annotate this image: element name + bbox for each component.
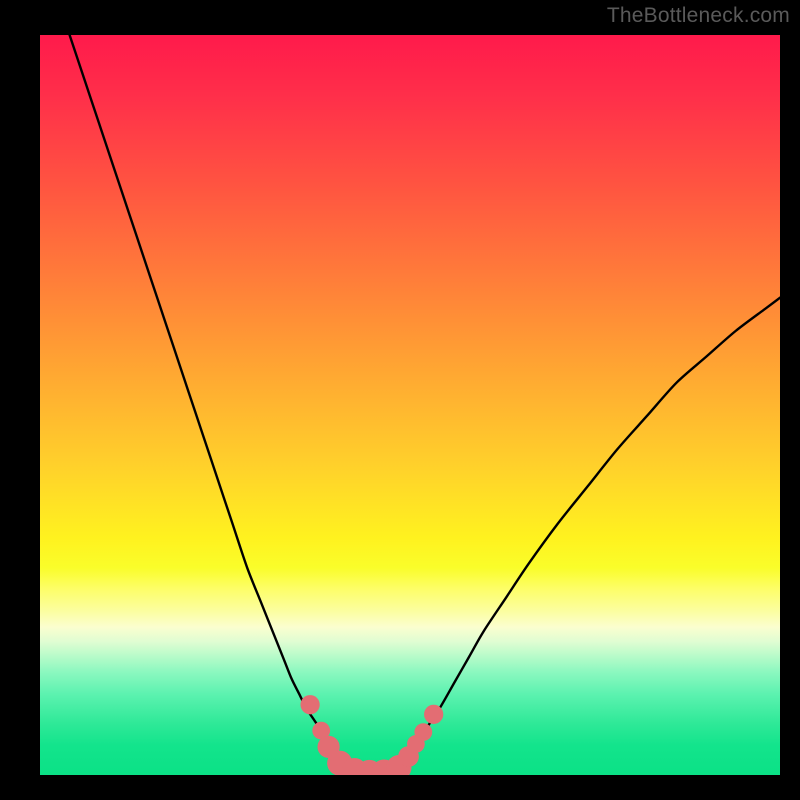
data-marker — [424, 705, 443, 724]
curve-group — [70, 35, 780, 773]
data-marker — [414, 723, 432, 741]
marker-group — [300, 695, 443, 775]
watermark-text: TheBottleneck.com — [607, 4, 790, 28]
data-marker — [300, 695, 319, 714]
plot-area — [40, 35, 780, 775]
chart-root: TheBottleneck.com — [0, 0, 800, 800]
curve-layer — [40, 35, 780, 775]
bottleneck-curve — [70, 35, 780, 773]
